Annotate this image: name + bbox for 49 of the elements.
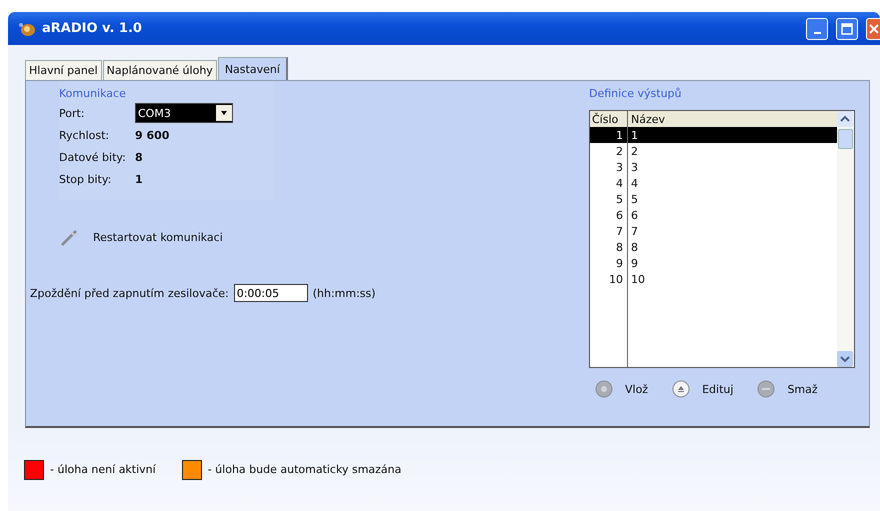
delete-button[interactable]: Smaž <box>757 380 818 398</box>
table-row[interactable]: 5 5 <box>590 191 837 207</box>
app-icon <box>18 20 36 36</box>
table-row[interactable]: 1 1 <box>590 127 837 143</box>
scroll-up-icon <box>837 111 853 127</box>
close-button[interactable] <box>866 18 880 40</box>
table-row[interactable]: 2 2 <box>590 143 837 159</box>
tab[interactable]: Nastavení <box>218 57 288 80</box>
table-row[interactable]: 9 9 <box>590 255 837 271</box>
minimize-icon <box>814 32 820 34</box>
maximize-icon <box>841 22 853 34</box>
tab[interactable]: Hlavní panel <box>25 60 102 80</box>
table-row[interactable]: 10 10 <box>590 271 837 287</box>
port-dropdown[interactable]: COM3 <box>135 103 233 123</box>
group-title: Komunikace <box>59 87 127 100</box>
edit-button[interactable]: Edituj <box>672 380 734 398</box>
restart-button[interactable]: Restartovat komunikaci <box>59 228 223 246</box>
field-value: 9 600 <box>135 128 170 142</box>
field-value: 8 <box>135 150 143 164</box>
table-row[interactable]: 6 6 <box>590 207 837 223</box>
field-label: Rychlost: <box>59 128 110 142</box>
maximize-button[interactable] <box>836 18 858 40</box>
caret-icon <box>216 105 232 121</box>
delay-input[interactable]: 0:00:05 <box>234 284 308 302</box>
group-title: Definice výstupů <box>589 87 682 100</box>
legend-label: - úloha bude automaticky smazána <box>208 463 402 476</box>
table-row[interactable]: 4 4 <box>590 175 837 191</box>
minimize-button[interactable] <box>806 18 828 40</box>
field-label: Zpoždění před zapnutím zesilovače: <box>30 286 229 300</box>
field-label: Port: <box>59 106 86 120</box>
window-title: aRADIO v. 1.0 <box>42 21 142 36</box>
unit-label: (hh:mm:ss) <box>312 286 376 300</box>
disc-icon <box>757 380 776 398</box>
add-button[interactable]: Vlož <box>595 380 648 398</box>
scroll-thumb[interactable] <box>838 129 853 149</box>
table-row[interactable]: 7 7 <box>590 223 837 239</box>
column-header[interactable]: Název <box>628 111 666 127</box>
scrollbar[interactable] <box>837 111 854 367</box>
table-row[interactable]: 3 3 <box>590 159 837 175</box>
legend-label: - úloha není aktivní <box>50 463 156 476</box>
disc-icon <box>595 380 613 398</box>
close-icon <box>868 22 880 34</box>
field-label: Datové bity: <box>59 150 127 164</box>
scroll-down-icon <box>837 351 853 367</box>
table-row[interactable]: 8 8 <box>590 239 837 255</box>
eject-icon <box>672 380 690 398</box>
field-label: Stop bity: <box>59 172 112 186</box>
tab[interactable]: Naplánované úlohy <box>102 60 217 80</box>
field-value: 1 <box>135 172 143 186</box>
